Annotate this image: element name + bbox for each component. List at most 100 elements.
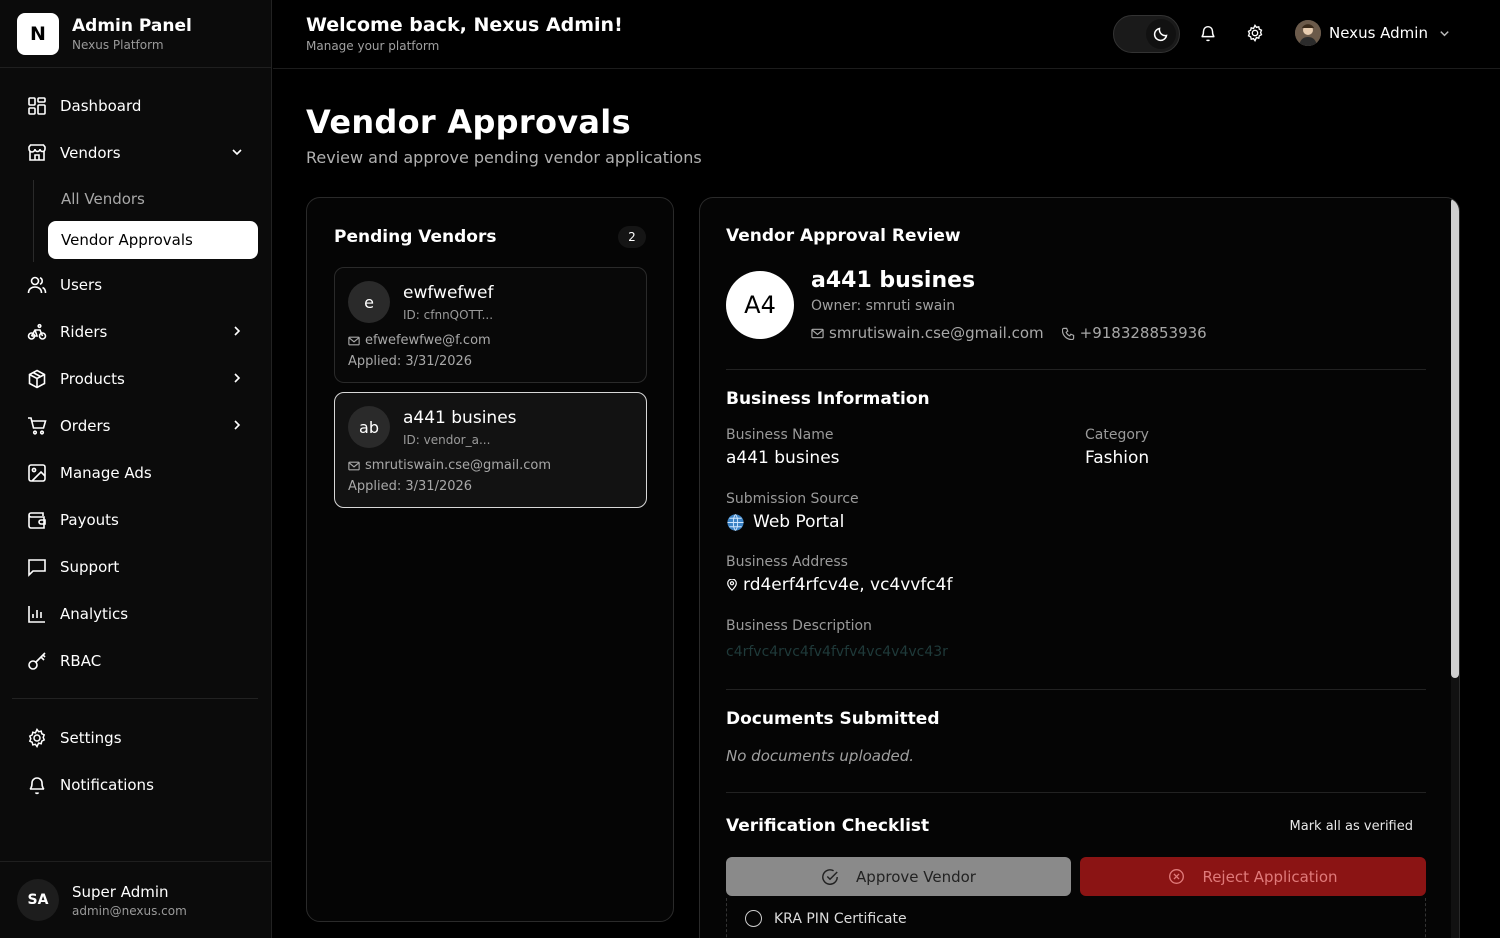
sidebar-user[interactable]: SA Super Admin admin@nexus.com (0, 861, 271, 938)
sidebar-item-label: Orders (60, 417, 111, 435)
mail-icon (348, 335, 365, 347)
category-value: Fashion (1085, 448, 1150, 468)
sidebar-item-payouts[interactable]: Payouts (12, 500, 258, 540)
sidebar-item-riders[interactable]: Riders (12, 312, 258, 352)
users-icon (26, 274, 48, 296)
chevron-down-icon (230, 145, 244, 159)
page-title: Vendor Approvals (306, 103, 631, 141)
vendor-contact: smrutiswain.cse@gmail.com +918328853936 (811, 324, 1207, 342)
sidebar-item-vendors[interactable]: Vendors (12, 133, 258, 173)
chevron-right-icon (230, 324, 244, 338)
page-subtitle: Review and approve pending vendor applic… (306, 148, 702, 167)
phone-icon (1061, 327, 1080, 340)
vendor-id: ID: vendor_a... (403, 433, 491, 447)
x-circle-icon (1168, 868, 1202, 885)
globe-icon (726, 513, 745, 532)
sidebar-item-label: Manage Ads (60, 464, 152, 482)
package-icon (26, 368, 48, 390)
theme-toggle[interactable] (1113, 15, 1180, 53)
submenu-line (33, 180, 34, 262)
vendor-email-row: smrutiswain.cse@gmail.com (348, 458, 551, 473)
sidebar-item-label: Settings (60, 729, 122, 747)
sidebar-item-manage-ads[interactable]: Manage Ads (12, 453, 258, 493)
message-square-icon (26, 556, 48, 578)
sidebar-item-users[interactable]: Users (12, 265, 258, 305)
vendor-card[interactable]: e ewfwefwef ID: cfnnQOTT... efwefewfwe@f… (334, 267, 647, 383)
chevron-right-icon (230, 371, 244, 385)
sidebar-subitem-vendor-approvals[interactable]: Vendor Approvals (48, 221, 258, 259)
pending-title: Pending Vendors (334, 227, 497, 247)
mail-icon (811, 327, 829, 340)
sidebar-item-label: Products (60, 370, 125, 388)
brand[interactable]: N Admin Panel Nexus Platform (0, 0, 271, 68)
reject-application-button[interactable]: Reject Application (1080, 857, 1426, 896)
vendor-name: ewfwefwef (403, 283, 494, 303)
avatar: SA (17, 879, 59, 921)
description-label: Business Description (726, 618, 872, 634)
image-icon (26, 462, 48, 484)
source-label: Submission Source (726, 491, 859, 507)
business-name-value: a441 busines (726, 448, 840, 468)
address-value: rd4erf4rfcv4e, vc4vvfc4f (743, 575, 953, 595)
user-name: Super Admin (72, 882, 169, 901)
checklist-title: Verification Checklist (726, 816, 930, 836)
sidebar-item-settings[interactable]: Settings (12, 718, 258, 758)
mark-all-verified-button[interactable]: Mark all as verified (1290, 819, 1413, 834)
chevron-down-icon (1438, 27, 1451, 40)
sidebar-item-analytics[interactable]: Analytics (12, 594, 258, 634)
sidebar-item-orders[interactable]: Orders (12, 406, 258, 446)
address-label: Business Address (726, 554, 848, 570)
dashboard-icon (26, 95, 48, 117)
profile-menu[interactable]: Nexus Admin (1295, 20, 1451, 46)
address-row: rd4erf4rfcv4e, vc4vvfc4f (726, 575, 953, 595)
vendor-avatar: e (348, 281, 390, 323)
vendor-email-row: efwefewfwe@f.com (348, 333, 491, 348)
key-icon (26, 650, 48, 672)
vendor-name: a441 busines (811, 268, 976, 293)
wallet-icon (26, 509, 48, 531)
checklist-item[interactable]: KRA PIN Certificate (745, 910, 907, 927)
vendor-avatar-large: A4 (726, 271, 794, 339)
source-value: Web Portal (753, 512, 845, 532)
pending-count-badge: 2 (618, 226, 646, 248)
vendor-email: efwefewfwe@f.com (365, 333, 491, 348)
bell-icon (26, 774, 48, 796)
sidebar-item-label: Analytics (60, 605, 129, 623)
sidebar-item-support[interactable]: Support (12, 547, 258, 587)
business-name-label: Business Name (726, 427, 834, 443)
sidebar-item-notifications[interactable]: Notifications (12, 765, 258, 805)
approve-label: Approve Vendor (856, 867, 976, 886)
sidebar-item-rbac[interactable]: RBAC (12, 641, 258, 681)
sidebar-item-products[interactable]: Products (12, 359, 258, 399)
profile-name: Nexus Admin (1329, 24, 1428, 42)
gear-icon[interactable] (1246, 24, 1264, 42)
moon-icon (1146, 19, 1176, 49)
vendor-card-selected[interactable]: ab a441 busines ID: vendor_a... smrutisw… (334, 392, 647, 508)
divider (726, 369, 1426, 370)
sidebar-item-label: RBAC (60, 652, 102, 670)
no-documents-text: No documents uploaded. (726, 747, 915, 765)
checkbox[interactable] (745, 910, 762, 927)
scrollbar-thumb[interactable] (1451, 198, 1459, 678)
sidebar-subitem-all-vendors[interactable]: All Vendors (48, 180, 258, 218)
welcome-title: Welcome back, Nexus Admin! (306, 14, 623, 36)
map-pin-icon (726, 579, 738, 591)
vendor-email: smrutiswain.cse@gmail.com (829, 324, 1044, 342)
approve-vendor-button[interactable]: Approve Vendor (726, 857, 1071, 896)
bell-icon[interactable] (1199, 24, 1217, 42)
vendor-phone-row: +918328853936 (1061, 324, 1207, 342)
reject-label: Reject Application (1202, 867, 1338, 886)
sidebar-item-label: Support (60, 558, 120, 576)
bar-chart-icon (26, 603, 48, 625)
cart-icon (26, 415, 48, 437)
sidebar-item-dashboard[interactable]: Dashboard (12, 86, 258, 126)
sidebar-item-label: Payouts (60, 511, 119, 529)
sidebar-divider (12, 698, 258, 699)
vendor-review-panel: Vendor Approval Review A4 a441 busines O… (699, 197, 1460, 938)
chevron-right-icon (230, 418, 244, 432)
divider (726, 792, 1426, 793)
sidebar-item-label: Dashboard (60, 97, 142, 115)
vendor-applied-date: Applied: 3/31/2026 (348, 479, 473, 494)
sidebar: N Admin Panel Nexus Platform Dashboard V… (0, 0, 272, 938)
scrollbar[interactable] (1451, 198, 1459, 938)
